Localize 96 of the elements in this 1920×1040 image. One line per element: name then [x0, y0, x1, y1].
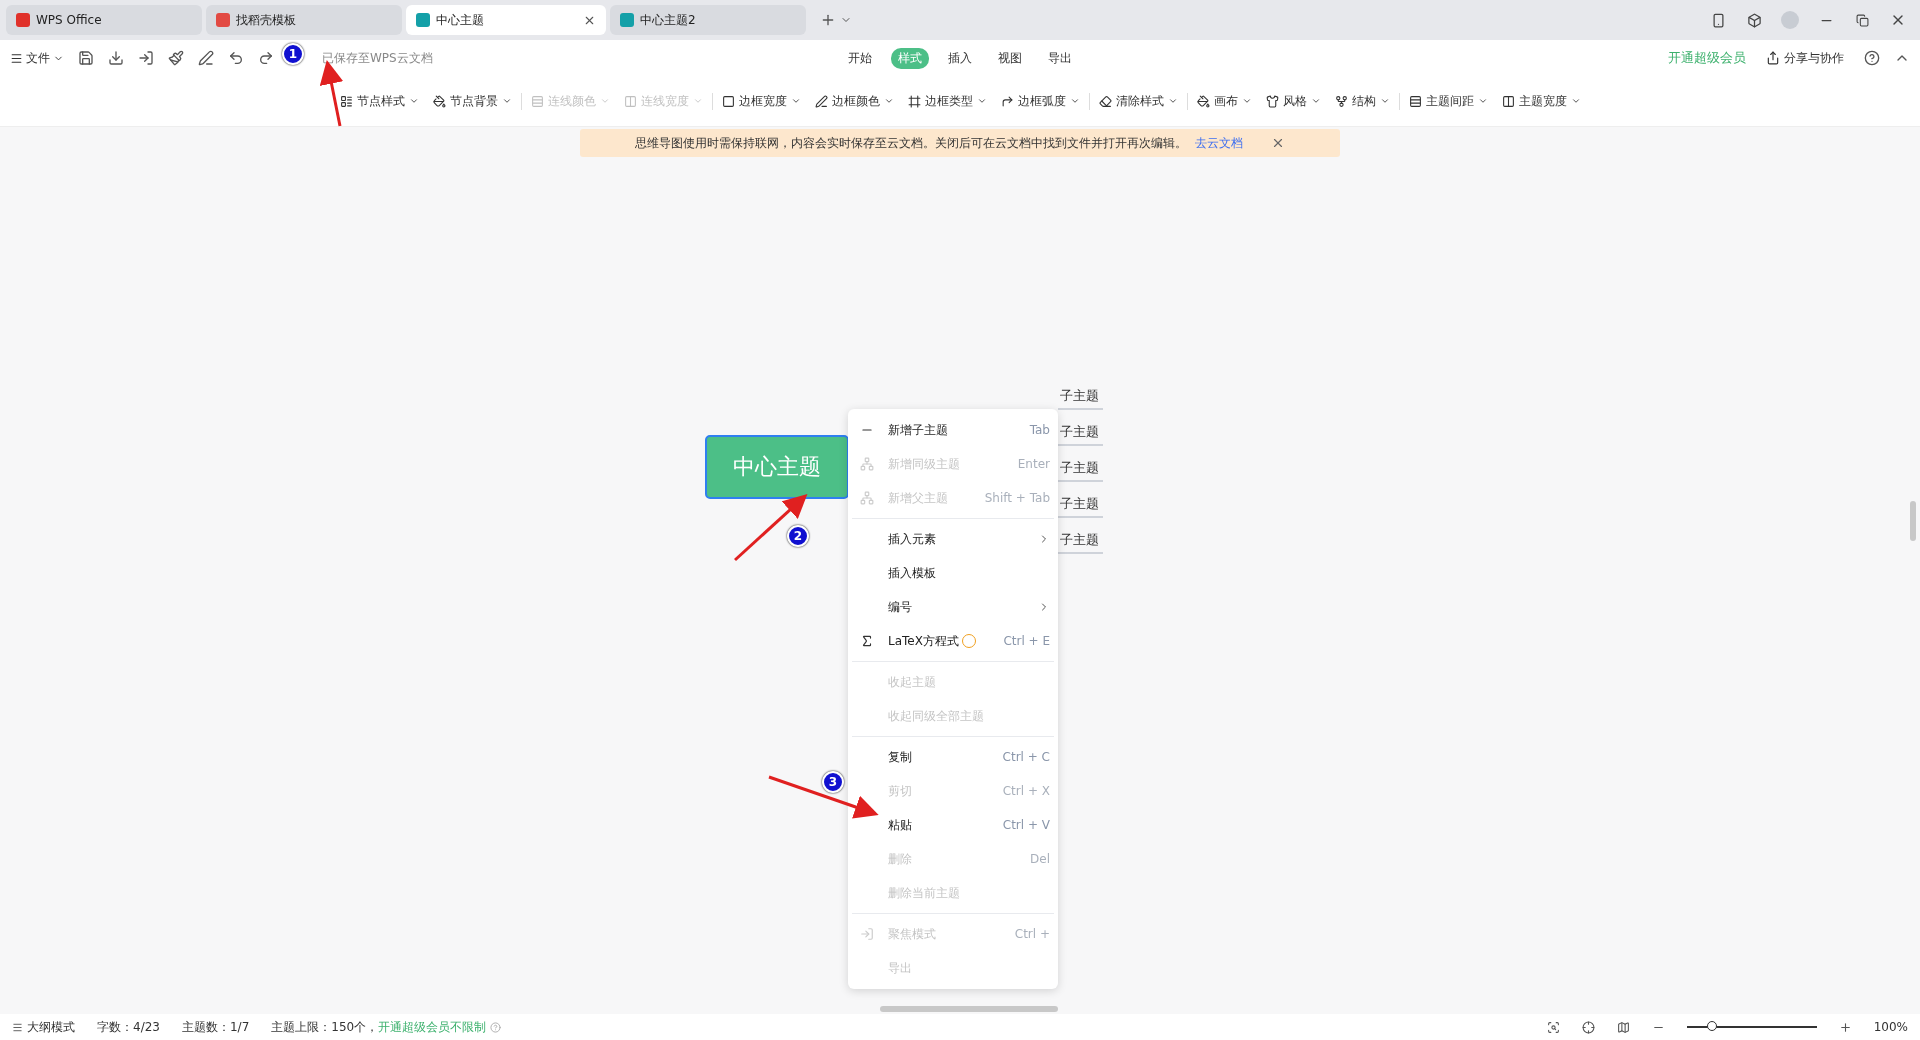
format-dropdown[interactable]: 边框宽度 — [721, 92, 801, 110]
format-dropdown[interactable]: 主题间距 — [1408, 92, 1488, 110]
redo-icon[interactable] — [258, 50, 274, 66]
plus-icon[interactable] — [820, 12, 836, 28]
caret-icon — [1477, 96, 1488, 106]
format-dropdown[interactable]: 边框弧度 — [1000, 92, 1080, 110]
app-logo-icon — [16, 13, 30, 27]
outline-mode-button[interactable]: 大纲模式 — [27, 1018, 75, 1036]
caret-icon — [1167, 96, 1178, 106]
format-icon — [814, 94, 828, 108]
format-icon — [1334, 94, 1348, 108]
menu-item[interactable]: 复制 Ctrl + C — [848, 740, 1058, 774]
format-icon — [530, 94, 544, 108]
format-dropdown[interactable]: 清除样式 — [1098, 92, 1178, 110]
format-icon — [907, 94, 921, 108]
menu-icon — [10, 51, 23, 65]
menu-item[interactable]: 编号 — [848, 590, 1058, 624]
close-icon[interactable] — [1271, 136, 1285, 150]
menu-item[interactable]: LaTeX方程式 Ctrl + E — [848, 624, 1058, 658]
format-icon — [1098, 94, 1112, 108]
share-button[interactable]: 分享与协作 — [1760, 48, 1850, 68]
word-count: 字数：4/23 — [97, 1018, 160, 1036]
undo-icon[interactable] — [228, 50, 244, 66]
format-icon — [339, 94, 353, 108]
format-icon — [432, 94, 446, 108]
caret-icon — [790, 96, 801, 106]
locate-icon[interactable] — [1581, 1020, 1595, 1034]
format-icon — [1196, 94, 1210, 108]
share-icon — [1766, 51, 1780, 65]
menu-item-icon — [860, 457, 874, 471]
menu-item[interactable]: 新增子主题 Tab — [848, 413, 1058, 447]
app-logo-icon — [416, 13, 430, 27]
format-icon — [1501, 94, 1515, 108]
download-icon[interactable] — [108, 50, 124, 66]
list-icon[interactable] — [12, 1021, 23, 1033]
caret-icon — [883, 96, 894, 106]
format-dropdown[interactable]: 画布 — [1196, 92, 1252, 110]
subtopic-node[interactable]: 子主题 — [1058, 385, 1103, 410]
topic-limit: 主题上限：150个， — [271, 1018, 379, 1036]
format-dropdown[interactable]: 边框类型 — [907, 92, 987, 110]
save-status: 已保存至WPS云文档 — [322, 49, 433, 67]
menu-item[interactable]: 粘贴 Ctrl + V — [848, 808, 1058, 842]
app-logo-icon — [620, 13, 634, 27]
caret-icon — [1570, 96, 1581, 106]
app-logo-icon — [216, 13, 230, 27]
caret-icon — [976, 96, 987, 106]
map-icon[interactable] — [1616, 1020, 1630, 1034]
topic-count: 主题数：1/7 — [181, 1018, 250, 1036]
caret-icon — [1310, 96, 1321, 106]
step-number: 2 — [787, 525, 809, 547]
help-icon[interactable] — [1864, 50, 1880, 66]
zoom-in-icon[interactable] — [1838, 1020, 1852, 1034]
slider-thumb[interactable] — [1706, 1021, 1717, 1031]
zoom-reading: 100% — [1873, 1020, 1908, 1034]
format-dropdown[interactable]: 边框颜色 — [814, 92, 894, 110]
format-icon — [721, 94, 735, 108]
ribbon-tab[interactable]: 视图 — [991, 47, 1029, 69]
cloud-docs-link[interactable]: 去云文档 — [1195, 134, 1243, 152]
vertical-scrollbar[interactable] — [1910, 501, 1916, 541]
format-icon — [623, 94, 637, 108]
format-dropdown[interactable]: 节点样式 — [339, 92, 419, 110]
format-dropdown[interactable]: 结构 — [1334, 92, 1390, 110]
document-tab[interactable]: 中心主题 — [406, 5, 606, 35]
notice-text: 思维导图使用时需保持联网，内容会实时保存至云文档。关闭后可在云文档中找到文件并打开再次编辑。 — [635, 134, 1187, 152]
ribbon-tab[interactable]: 插入 — [941, 47, 979, 69]
document-tab[interactable]: 中心主题2 — [610, 5, 806, 35]
caret-icon — [692, 96, 703, 106]
step-number: 3 — [822, 771, 844, 793]
file-menu[interactable]: 文件 — [10, 49, 64, 67]
caret-icon — [1069, 96, 1080, 106]
horizontal-scrollbar[interactable] — [880, 1006, 1058, 1012]
save-icon[interactable] — [78, 50, 94, 66]
format-dropdown[interactable]: 节点背景 — [432, 92, 512, 110]
caret-icon — [1379, 96, 1390, 106]
format-dropdown[interactable]: 风格 — [1265, 92, 1321, 110]
menu-item-icon — [860, 491, 874, 505]
caret-icon — [599, 96, 610, 106]
menu-item[interactable]: 插入元素 — [848, 522, 1058, 556]
format-dropdown[interactable]: 主题宽度 — [1501, 92, 1581, 110]
format-icon — [1000, 94, 1014, 108]
ribbon-tab[interactable]: 开始 — [841, 47, 879, 69]
format-icon — [1265, 94, 1279, 108]
import-icon[interactable] — [138, 50, 154, 66]
document-tab[interactable]: WPS Office — [6, 5, 202, 35]
format-painter-icon[interactable] — [168, 50, 184, 66]
format-icon — [1408, 94, 1422, 108]
caret-icon — [408, 96, 419, 106]
menu-item-icon — [860, 927, 874, 941]
pen-icon[interactable] — [198, 50, 214, 66]
select-icon[interactable] — [1546, 1020, 1560, 1034]
document-tab[interactable]: 找稻壳模板 — [206, 5, 402, 35]
caret-icon — [501, 96, 512, 106]
caret-icon — [1241, 96, 1252, 106]
menu-item[interactable]: 插入模板 — [848, 556, 1058, 590]
menu-item-icon — [860, 634, 874, 648]
ribbon-tab[interactable]: 导出 — [1041, 47, 1079, 69]
